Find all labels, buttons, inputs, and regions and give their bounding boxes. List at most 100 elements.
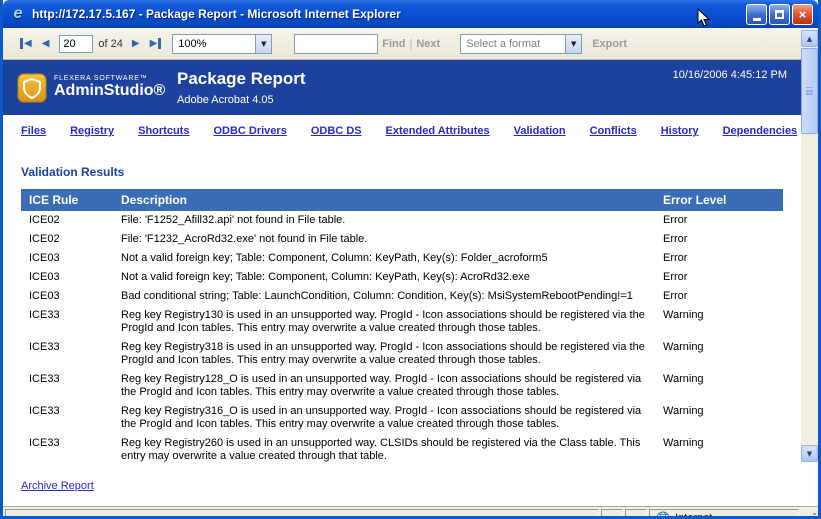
cell-description: File: 'F1252_Afill32.api' not found in F… <box>113 211 655 230</box>
report-page: FLEXERA SOFTWARE™ AdminStudio® Package R… <box>3 60 801 506</box>
brand-name-label: AdminStudio® <box>54 82 165 100</box>
header-error-level: Error Level <box>655 189 783 211</box>
last-page-button[interactable]: ▶ <box>147 36 165 52</box>
maximize-icon <box>775 10 784 19</box>
resize-grip[interactable] <box>801 509 818 519</box>
title-bar: e http://172.17.5.167 - Package Report -… <box>3 0 818 28</box>
cell-error-level: Warning <box>655 434 783 466</box>
minimize-button[interactable] <box>746 4 767 25</box>
adminstudio-logo: FLEXERA SOFTWARE™ AdminStudio® <box>17 73 167 103</box>
cell-error-level: Error <box>655 211 783 230</box>
brand-top-label: FLEXERA SOFTWARE™ <box>54 75 165 82</box>
export-format-value: Select a format <box>461 35 565 53</box>
cell-error-level: Warning <box>655 306 783 338</box>
close-button[interactable]: × <box>792 4 813 25</box>
vertical-scrollbar[interactable]: ▲ ▼ <box>801 30 818 462</box>
cell-description: Reg key Registry130 is used in an unsupp… <box>113 306 655 338</box>
cell-error-level: Error <box>655 287 783 306</box>
nav-bar: Files Registry Shortcuts ODBC Drivers ODBC D… <box>3 115 801 141</box>
table-row: ICE33Reg key Registry130 is used in an u… <box>21 306 783 338</box>
nav-link-extended-attributes[interactable]: Extended Attributes <box>386 125 490 137</box>
scroll-down-button[interactable]: ▼ <box>801 445 818 462</box>
archive-report-link[interactable]: Archive Report <box>21 480 94 492</box>
first-page-button[interactable]: ◀ <box>17 36 35 52</box>
export-button[interactable]: Export <box>592 38 627 50</box>
status-panel <box>601 509 623 519</box>
section-title: Validation Results <box>21 165 783 179</box>
zoom-select[interactable]: 100% ▼ <box>172 34 272 54</box>
report-timestamp: 10/16/2006 4:45:12 PM <box>673 60 787 81</box>
nav-link-odbc-ds[interactable]: ODBC DS <box>311 125 362 137</box>
report-header: FLEXERA SOFTWARE™ AdminStudio® Package R… <box>3 60 801 115</box>
previous-page-button[interactable]: ◀ <box>39 36 53 52</box>
status-bar: Internet <box>3 506 818 519</box>
cell-ice-rule: ICE03 <box>21 268 113 287</box>
scroll-up-button[interactable]: ▲ <box>801 30 818 47</box>
nav-link-odbc-drivers[interactable]: ODBC Drivers <box>213 125 286 137</box>
nav-link-shortcuts[interactable]: Shortcuts <box>138 125 189 137</box>
find-input[interactable] <box>294 34 378 54</box>
nav-link-registry[interactable]: Registry <box>70 125 114 137</box>
find-next-button[interactable]: Next <box>416 38 440 50</box>
cell-description: Bad conditional string; Table: LaunchCon… <box>113 287 655 306</box>
nav-link-dependencies[interactable]: Dependencies <box>723 125 798 137</box>
cell-ice-rule: ICE03 <box>21 287 113 306</box>
zone-label: Internet <box>675 512 712 519</box>
page-number-input[interactable] <box>59 35 93 53</box>
nav-link-history[interactable]: History <box>661 125 699 137</box>
resize-grip-icon <box>804 513 817 519</box>
table-row: ICE33Reg key Registry128_O is used in an… <box>21 370 783 402</box>
report-title: Package Report <box>177 69 673 89</box>
cell-ice-rule: ICE33 <box>21 402 113 434</box>
scrollbar-thumb[interactable] <box>801 48 818 134</box>
globe-icon <box>656 511 670 519</box>
cell-ice-rule: ICE33 <box>21 306 113 338</box>
window-title: http://172.17.5.167 - Package Report - M… <box>32 7 746 21</box>
report-toolbar: ◀ ◀ of 24 ▶ ▶ 100% ▼ Find | Next Select … <box>3 28 818 60</box>
report-subtitle: Adobe Acrobat 4.05 <box>177 94 673 106</box>
cell-description: Reg key Registry318 is used in an unsupp… <box>113 338 655 370</box>
ie-icon[interactable]: e <box>9 5 27 23</box>
cell-error-level: Error <box>655 249 783 268</box>
maximize-button[interactable] <box>769 4 790 25</box>
cell-description: Not a valid foreign key; Table: Componen… <box>113 268 655 287</box>
cell-description: Not a valid foreign key; Table: Componen… <box>113 249 655 268</box>
table-row: ICE33Reg key Registry318 is used in an u… <box>21 338 783 370</box>
find-next-separator: | <box>410 38 413 50</box>
table-row: ICE03Bad conditional string; Table: Laun… <box>21 287 783 306</box>
validation-results-table: ICE Rule Description Error Level ICE02Fi… <box>21 189 783 466</box>
cell-description: Reg key Registry260 is used in an unsupp… <box>113 434 655 466</box>
cell-error-level: Warning <box>655 338 783 370</box>
cell-description: Reg key Registry128_O is used in an unsu… <box>113 370 655 402</box>
table-row: ICE02File: 'F1252_Afill32.api' not found… <box>21 211 783 230</box>
table-row: ICE03Not a valid foreign key; Table: Com… <box>21 249 783 268</box>
status-panel <box>625 509 647 519</box>
cell-ice-rule: ICE33 <box>21 338 113 370</box>
chevron-down-icon[interactable]: ▼ <box>255 35 271 53</box>
table-header-row: ICE Rule Description Error Level <box>21 189 783 211</box>
cell-ice-rule: ICE33 <box>21 370 113 402</box>
nav-link-conflicts[interactable]: Conflicts <box>590 125 637 137</box>
export-format-select[interactable]: Select a format ▼ <box>460 34 582 54</box>
table-row: ICE03Not a valid foreign key; Table: Com… <box>21 268 783 287</box>
nav-link-files[interactable]: Files <box>21 125 46 137</box>
cell-description: Reg key Registry316_O is used in an unsu… <box>113 402 655 434</box>
find-button[interactable]: Find <box>382 38 405 50</box>
minimize-icon <box>753 18 761 21</box>
cell-ice-rule: ICE33 <box>21 434 113 466</box>
table-row: ICE33Reg key Registry316_O is used in an… <box>21 402 783 434</box>
cell-error-level: Warning <box>655 402 783 434</box>
table-row: ICE02File: 'F1232_AcroRd32.exe' not foun… <box>21 230 783 249</box>
next-page-button[interactable]: ▶ <box>129 36 143 52</box>
cell-ice-rule: ICE02 <box>21 230 113 249</box>
scrollbar-track[interactable] <box>801 47 818 445</box>
cell-error-level: Error <box>655 230 783 249</box>
browser-client-area: ◀ ◀ of 24 ▶ ▶ 100% ▼ Find | Next Select … <box>3 28 818 506</box>
nav-link-validation[interactable]: Validation <box>514 125 566 137</box>
header-description: Description <box>113 189 655 211</box>
cell-ice-rule: ICE02 <box>21 211 113 230</box>
page-count-label: of 24 <box>98 38 122 50</box>
cell-error-level: Error <box>655 268 783 287</box>
cell-error-level: Warning <box>655 370 783 402</box>
chevron-down-icon[interactable]: ▼ <box>565 35 581 53</box>
